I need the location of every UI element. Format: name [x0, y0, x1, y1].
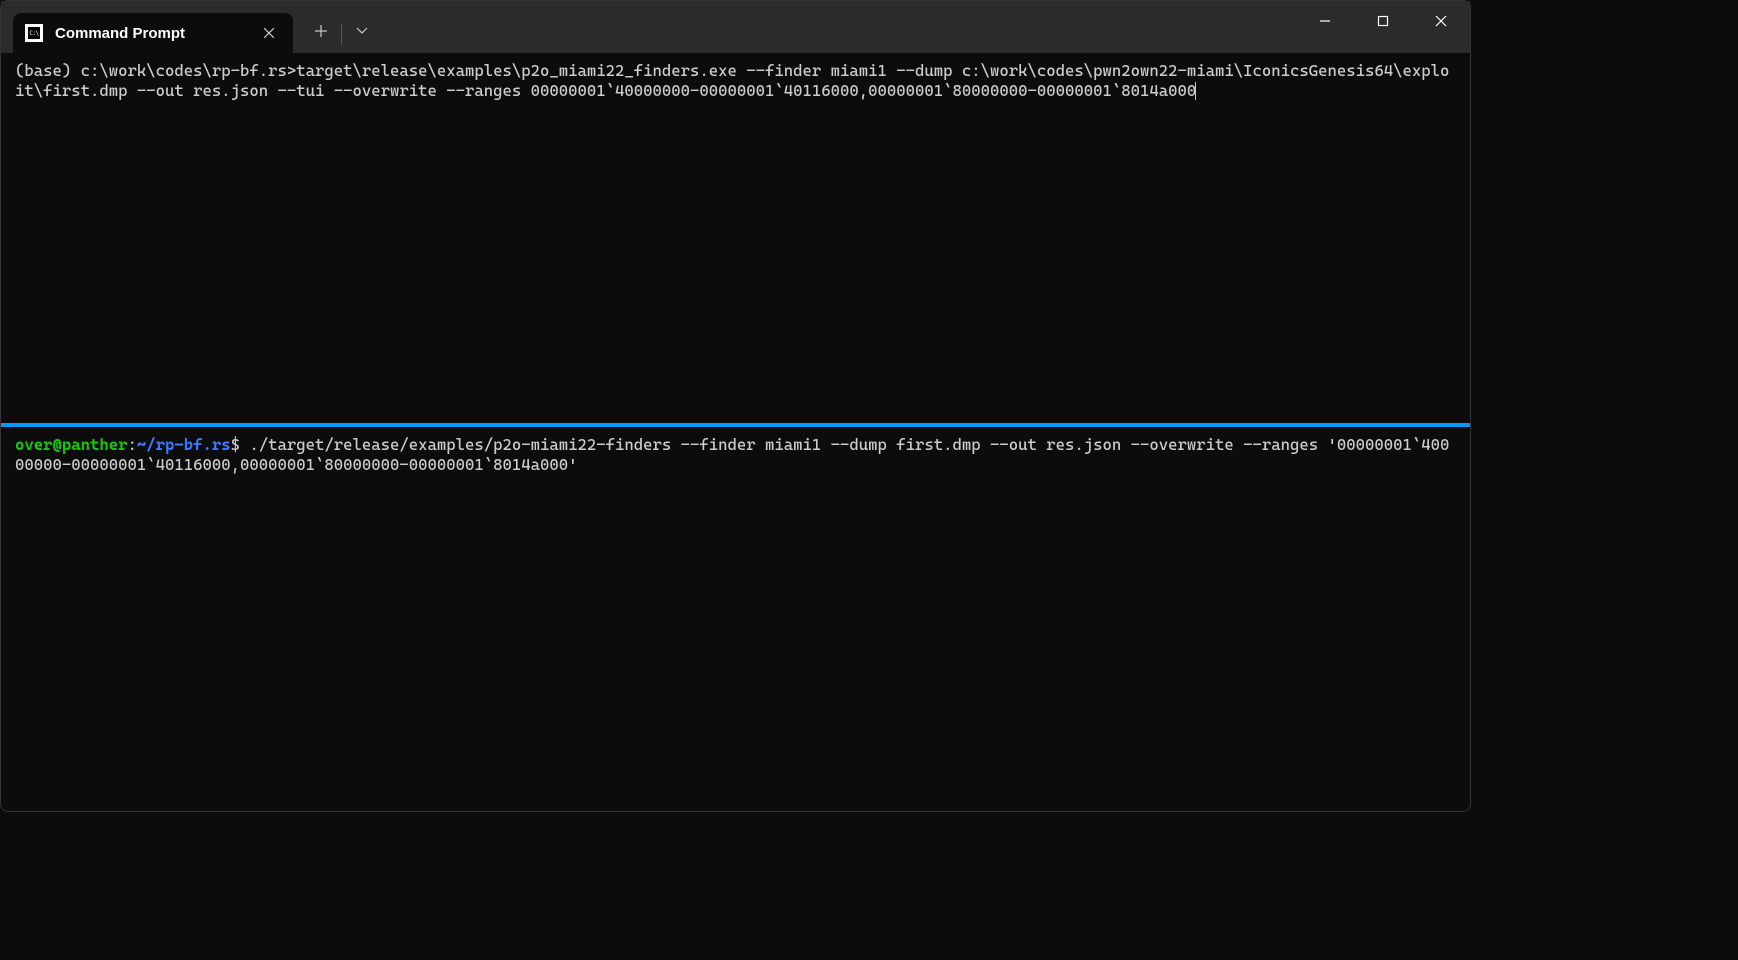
- tab-dropdown-button[interactable]: [342, 11, 382, 51]
- maximize-icon: [1377, 15, 1389, 27]
- close-icon: [1435, 15, 1447, 27]
- minimize-icon: [1319, 15, 1331, 27]
- terminal-icon: [25, 24, 43, 42]
- window-controls: [1296, 1, 1470, 41]
- prompt-dollar: $: [231, 435, 240, 454]
- prompt-path: ~/rp-bf.rs: [137, 435, 231, 454]
- plus-icon: [315, 25, 327, 37]
- prompt-user: over@panther: [15, 435, 128, 454]
- new-tab-button[interactable]: [301, 11, 341, 51]
- terminal-body: (base) c:\work\codes\rp-bf.rs>target\rel…: [1, 53, 1470, 811]
- tab-command-prompt[interactable]: Command Prompt: [13, 13, 293, 53]
- tab-close-button[interactable]: [257, 21, 281, 45]
- tab-title: Command Prompt: [55, 25, 257, 42]
- cursor: [1195, 82, 1196, 100]
- maximize-button[interactable]: [1354, 1, 1412, 41]
- minimize-button[interactable]: [1296, 1, 1354, 41]
- terminal-pane-bottom[interactable]: over@panther:~/rp-bf.rs$ ./target/releas…: [1, 427, 1470, 811]
- close-icon: [264, 28, 274, 38]
- terminal-pane-top[interactable]: (base) c:\work\codes\rp-bf.rs>target\rel…: [1, 53, 1470, 423]
- close-window-button[interactable]: [1412, 1, 1470, 41]
- prompt-colon: :: [128, 435, 137, 454]
- titlebar: Command Prompt: [1, 1, 1470, 53]
- chevron-down-icon: [356, 27, 368, 35]
- terminal-output-top: (base) c:\work\codes\rp-bf.rs>target\rel…: [15, 61, 1449, 100]
